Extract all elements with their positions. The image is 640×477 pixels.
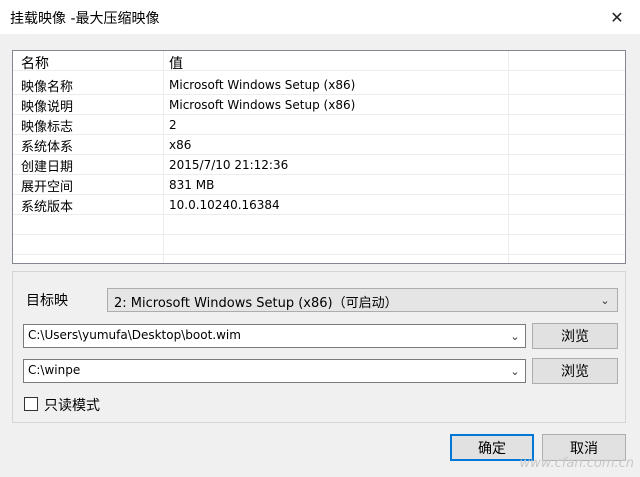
window-title: 挂载映像 -最大压缩映像 xyxy=(10,11,160,27)
table-row[interactable]: 映像标志 2 xyxy=(13,115,625,135)
source-path-combobox[interactable]: C:\Users\yumufa\Desktop\boot.wim ⌄ xyxy=(23,324,526,348)
readonly-checkbox[interactable] xyxy=(24,397,38,411)
browse-mount-button[interactable]: 浏览 xyxy=(532,358,618,384)
mount-image-dialog: 挂载映像 -最大压缩映像 ✕ 名称 值 映像名称 Microsoft Windo… xyxy=(0,0,640,477)
row-value: 2015/7/10 21:12:36 xyxy=(169,158,289,172)
chevron-down-icon[interactable]: ⌄ xyxy=(509,329,521,343)
mount-path-combobox[interactable]: C:\winpe ⌄ xyxy=(23,359,526,383)
row-value: 831 MB xyxy=(169,178,215,192)
chevron-down-icon: ⌄ xyxy=(600,293,610,307)
mount-path-value: C:\winpe xyxy=(28,363,81,377)
readonly-label: 只读模式 xyxy=(44,398,100,414)
source-path-value: C:\Users\yumufa\Desktop\boot.wim xyxy=(28,328,241,342)
table-row[interactable]: 创建日期 2015/7/10 21:12:36 xyxy=(13,155,625,175)
header-value: 值 xyxy=(169,56,183,72)
row-value: 2 xyxy=(169,118,177,132)
target-image-value: 2: Microsoft Windows Setup (x86)（可启动） xyxy=(114,296,398,311)
watermark: www.cfan.com.cn xyxy=(519,456,634,471)
row-name: 系统版本 xyxy=(21,200,74,215)
target-image-select[interactable]: 2: Microsoft Windows Setup (x86)（可启动） ⌄ xyxy=(107,288,618,312)
chevron-down-icon[interactable]: ⌄ xyxy=(509,364,521,378)
browse-source-button[interactable]: 浏览 xyxy=(532,323,618,349)
row-name: 创建日期 xyxy=(21,160,74,175)
table-header: 名称 值 xyxy=(13,51,625,72)
table-row[interactable]: 系统版本 10.0.10240.16384 xyxy=(13,195,625,215)
table-row-empty xyxy=(13,235,625,255)
row-name: 映像名称 xyxy=(21,80,74,95)
row-value: 10.0.10240.16384 xyxy=(169,198,280,212)
row-name: 系统体系 xyxy=(21,140,74,155)
row-value: Microsoft Windows Setup (x86) xyxy=(169,98,356,112)
close-icon: ✕ xyxy=(610,7,624,27)
table-row-empty xyxy=(13,215,625,235)
header-name: 名称 xyxy=(21,56,49,72)
table-row[interactable]: 映像说明 Microsoft Windows Setup (x86) xyxy=(13,95,625,115)
row-name: 展开空间 xyxy=(21,180,74,195)
close-button[interactable]: ✕ xyxy=(594,0,640,34)
row-value: x86 xyxy=(169,138,192,152)
table-row[interactable]: 映像名称 Microsoft Windows Setup (x86) xyxy=(13,75,625,95)
row-name: 映像说明 xyxy=(21,100,74,115)
target-image-label: 目标映 xyxy=(26,293,68,309)
row-value: Microsoft Windows Setup (x86) xyxy=(169,78,356,92)
image-properties-table: 名称 值 映像名称 Microsoft Windows Setup (x86) … xyxy=(12,50,626,264)
table-row[interactable]: 展开空间 831 MB xyxy=(13,175,625,195)
table-row[interactable]: 系统体系 x86 xyxy=(13,135,625,155)
title-bar: 挂载映像 -最大压缩映像 ✕ xyxy=(0,0,640,34)
row-name: 映像标志 xyxy=(21,120,74,135)
